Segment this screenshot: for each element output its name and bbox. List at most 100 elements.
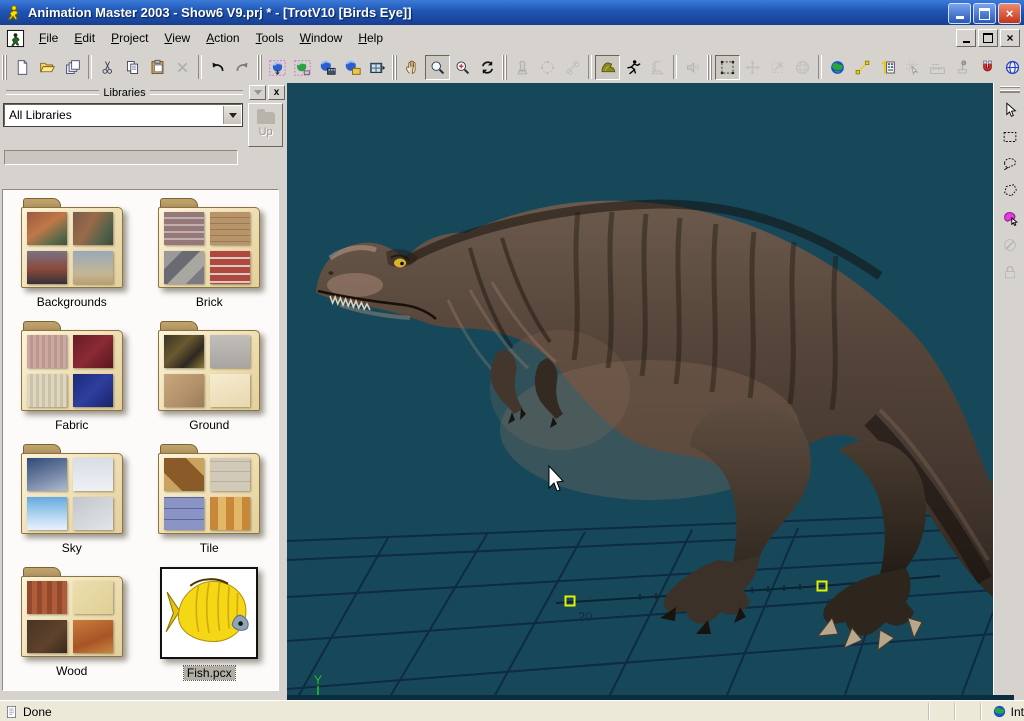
header-groove [150, 90, 243, 95]
rect-select-button[interactable] [997, 124, 1023, 150]
library-item-wood[interactable]: Wood [8, 565, 136, 680]
render-lock-button[interactable] [290, 55, 315, 80]
lock-icon [1001, 263, 1019, 281]
menu-action[interactable]: Action [198, 27, 247, 49]
page-icon [4, 704, 19, 720]
toolbar-grip[interactable] [501, 55, 507, 80]
key-panel-button[interactable] [875, 55, 900, 80]
cut-icon [99, 59, 116, 76]
menu-edit[interactable]: Edit [66, 27, 103, 49]
select-arrow-icon [1001, 101, 1019, 119]
library-item-label: Brick [193, 295, 226, 309]
model-mode-button [535, 55, 560, 80]
ruler-button [925, 55, 950, 80]
zoom-fit-button[interactable] [450, 55, 475, 80]
library-item-ground[interactable]: Ground [145, 319, 273, 432]
library-item-tile[interactable]: Tile [145, 442, 273, 555]
menu-tools[interactable]: Tools [248, 27, 292, 49]
texture-thumbnail [210, 374, 250, 407]
open-project-button[interactable] [35, 55, 60, 80]
magnet-mode-button[interactable] [975, 55, 1000, 80]
texture-thumbnail [27, 581, 67, 614]
minimize-button[interactable] [948, 3, 971, 24]
library-item-fabric[interactable]: Fabric [8, 319, 136, 432]
panel-close-icon: x [274, 88, 280, 98]
menu-bar: FileEditProjectViewActionToolsWindowHelp… [0, 25, 1024, 52]
library-item-backgrounds[interactable]: Backgrounds [8, 196, 136, 309]
skeletal-mode-button[interactable] [620, 55, 645, 80]
child-close-icon: × [1006, 32, 1013, 44]
libraries-panel-header[interactable]: Libraries x [0, 83, 287, 101]
select-arrow-button[interactable] [997, 97, 1023, 123]
zoom-button[interactable] [425, 55, 450, 80]
bones-mode-button [560, 55, 585, 80]
toolbar-grip[interactable] [1000, 86, 1020, 93]
menu-window[interactable]: Window [292, 27, 351, 49]
child-close-button[interactable]: × [1000, 29, 1020, 47]
cut-button[interactable] [95, 55, 120, 80]
child-restore-button[interactable] [978, 29, 998, 47]
toolbar-grip[interactable] [706, 55, 712, 80]
path-label-20: 20 [578, 609, 592, 624]
library-item-brick[interactable]: Brick [145, 196, 273, 309]
folder-icon [158, 198, 260, 288]
child-minimize-button[interactable] [956, 29, 976, 47]
texture-thumbnail [27, 212, 67, 245]
copy-button[interactable] [120, 55, 145, 80]
close-button[interactable]: × [998, 3, 1021, 24]
rotate-sphere-button[interactable] [1000, 55, 1024, 80]
document-icon[interactable] [6, 29, 25, 48]
group-select-button[interactable] [997, 205, 1023, 231]
menu-view[interactable]: View [156, 27, 198, 49]
up-button-label: Up [259, 126, 273, 138]
menu-project[interactable]: Project [103, 27, 156, 49]
lasso-select-button[interactable] [997, 151, 1023, 177]
save-animation-button[interactable] [340, 55, 365, 80]
poly-select-icon [1001, 182, 1019, 200]
muscle-mode-icon [599, 59, 616, 76]
title-bar: Animation Master 2003 - Show6 V9.prj * -… [0, 0, 1024, 25]
library-path-strip [4, 150, 238, 165]
library-item-fish-pcx[interactable]: Fish.pcx [145, 565, 273, 680]
library-item-sky[interactable]: Sky [8, 442, 136, 555]
toolbar-grip[interactable] [256, 55, 262, 80]
status-divider [954, 703, 956, 720]
render-lock-icon [294, 59, 311, 76]
save-all-button[interactable] [60, 55, 85, 80]
window-title: Animation Master 2003 - Show6 V9.prj * -… [28, 5, 412, 20]
render-to-file-button[interactable] [315, 55, 340, 80]
viewport-canvas[interactable]: 20 0 Y [287, 83, 993, 695]
panel-close-button[interactable]: x [268, 85, 285, 100]
menu-file[interactable]: File [31, 27, 66, 49]
paste-button[interactable] [145, 55, 170, 80]
texture-thumbnail [27, 374, 67, 407]
turn-button[interactable] [475, 55, 500, 80]
toolbar-separator [588, 55, 592, 79]
panel-dock-button[interactable] [249, 85, 266, 100]
key-skeletal-button[interactable] [850, 55, 875, 80]
world-view-button[interactable] [825, 55, 850, 80]
toolbar-grip[interactable] [1, 55, 7, 80]
texture-thumbnail [27, 620, 67, 653]
library-filter-combo[interactable]: All Libraries [4, 104, 242, 126]
poly-select-button[interactable] [997, 178, 1023, 204]
undo-button[interactable] [205, 55, 230, 80]
toolbar-grip[interactable] [391, 55, 397, 80]
texture-thumbnail [73, 458, 113, 491]
texture-thumbnail [73, 581, 113, 614]
pan-button[interactable] [400, 55, 425, 80]
restore-button[interactable] [973, 3, 996, 24]
paste-icon [149, 59, 166, 76]
dynamics-mode-icon [649, 59, 666, 76]
lasso-select-icon [1001, 155, 1019, 173]
menu-help[interactable]: Help [350, 27, 391, 49]
selection-toolbar [993, 83, 1024, 695]
combo-dropdown-button[interactable] [223, 106, 241, 124]
render-mode-button[interactable] [265, 55, 290, 80]
muscle-mode-button[interactable] [595, 55, 620, 80]
create-movie-button[interactable] [365, 55, 390, 80]
bound-group-button[interactable] [715, 55, 740, 80]
translate-manip-icon [744, 59, 761, 76]
fish-image [160, 567, 258, 659]
new-document-button[interactable] [10, 55, 35, 80]
